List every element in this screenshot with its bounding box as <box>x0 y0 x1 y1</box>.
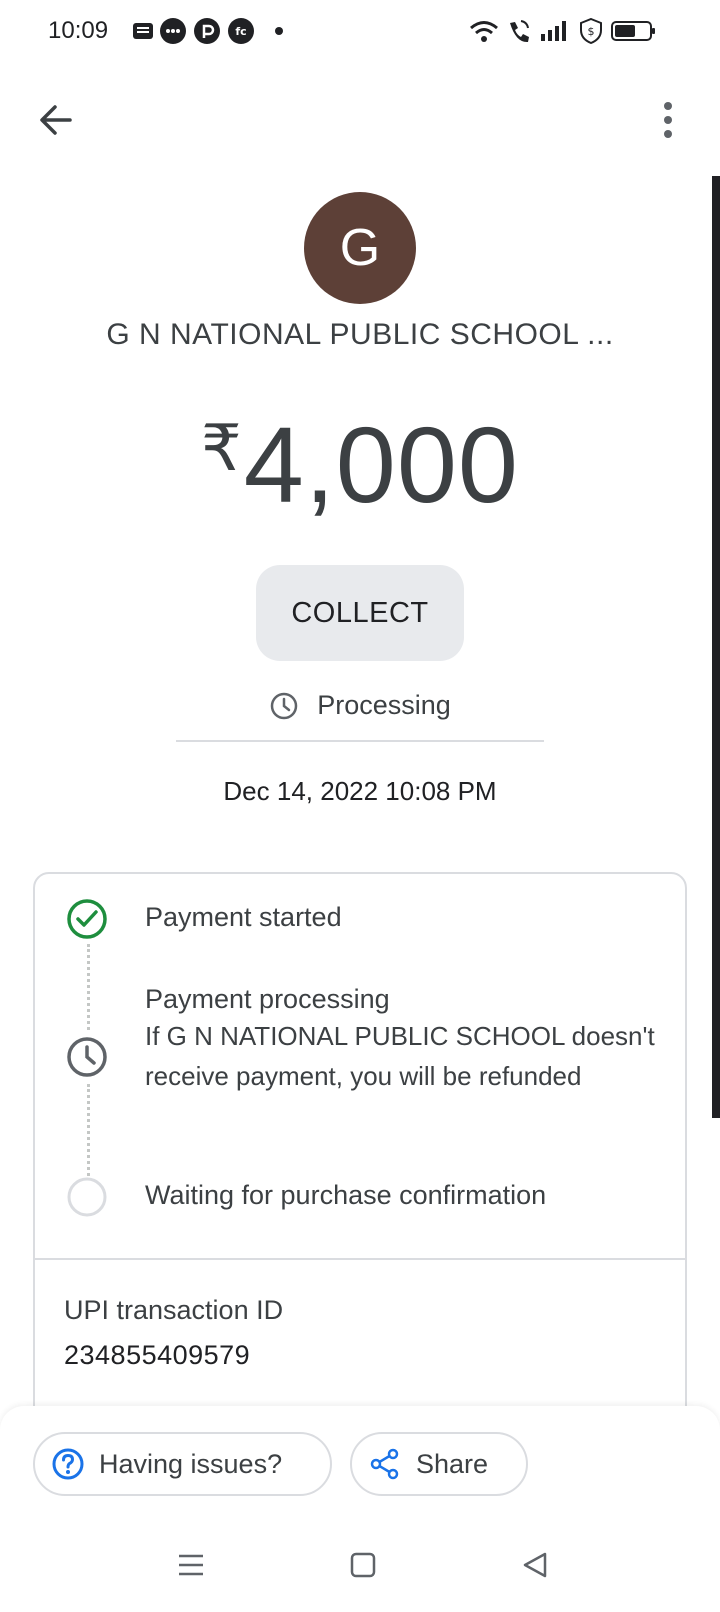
battery-icon <box>610 18 658 44</box>
signal-icon <box>538 18 570 44</box>
wifi-icon <box>468 18 500 44</box>
currency-symbol: ₹ <box>201 412 242 484</box>
arrow-back-icon <box>40 105 72 135</box>
fc-app-icon: fc <box>228 18 254 44</box>
menu-icon[interactable] <box>176 1550 206 1580</box>
shield-icon: $ <box>578 18 604 44</box>
status-bar: 10:09 fc $ <box>0 0 720 66</box>
payee-avatar: G <box>304 192 416 304</box>
upi-transaction-id-label: UPI transaction ID <box>64 1295 284 1325</box>
card-divider <box>33 1258 687 1260</box>
share-label: Share <box>416 1448 489 1479</box>
help-icon <box>52 1448 84 1480</box>
having-issues-label: Having issues? <box>99 1448 283 1479</box>
step-payment-started: Payment started <box>145 902 342 932</box>
back-triangle-icon[interactable] <box>520 1550 550 1580</box>
step-payment-processing: Payment processing <box>145 984 390 1014</box>
step-waiting-confirmation: Waiting for purchase confirmation <box>145 1180 547 1210</box>
status-label: Processing <box>317 690 451 720</box>
step-processing-note: If G N NATIONAL PUBLIC SCHOOL doesn't re… <box>145 1021 655 1091</box>
status-time: 10:09 <box>48 17 109 44</box>
svg-text:fc: fc <box>235 25 246 38</box>
divider <box>176 740 544 742</box>
p-app-icon <box>194 18 220 44</box>
share-button[interactable]: Share <box>350 1432 528 1496</box>
timeline-connector <box>87 1084 90 1176</box>
system-nav-bar <box>0 1540 720 1600</box>
dot-icon <box>266 18 292 44</box>
timeline-connector <box>87 944 90 1030</box>
clock-icon <box>67 1037 107 1077</box>
svg-text:$: $ <box>588 25 595 38</box>
more-options-button[interactable] <box>656 100 680 140</box>
wifi-call-icon <box>504 18 534 44</box>
share-icon <box>370 1448 399 1480</box>
payment-status: Processing <box>0 690 720 721</box>
upi-transaction-id[interactable]: 234855409579 <box>64 1340 250 1371</box>
having-issues-button[interactable]: Having issues? <box>33 1432 332 1496</box>
chat-icon <box>160 18 186 44</box>
home-square-icon[interactable] <box>348 1550 378 1580</box>
message-icon <box>130 18 156 44</box>
back-button[interactable] <box>34 98 78 142</box>
empty-circle-icon <box>67 1177 107 1217</box>
transaction-datetime: Dec 14, 2022 10:08 PM <box>223 776 497 806</box>
payee-name: G N NATIONAL PUBLIC SCHOOL ... <box>106 318 614 351</box>
more-vert-icon <box>664 102 672 138</box>
collect-button[interactable]: COLLECT <box>256 565 464 661</box>
amount-value: 4,000 <box>243 404 519 525</box>
amount: ₹4,000 <box>0 402 720 527</box>
clock-icon <box>270 692 298 719</box>
check-circle-icon <box>67 899 107 939</box>
